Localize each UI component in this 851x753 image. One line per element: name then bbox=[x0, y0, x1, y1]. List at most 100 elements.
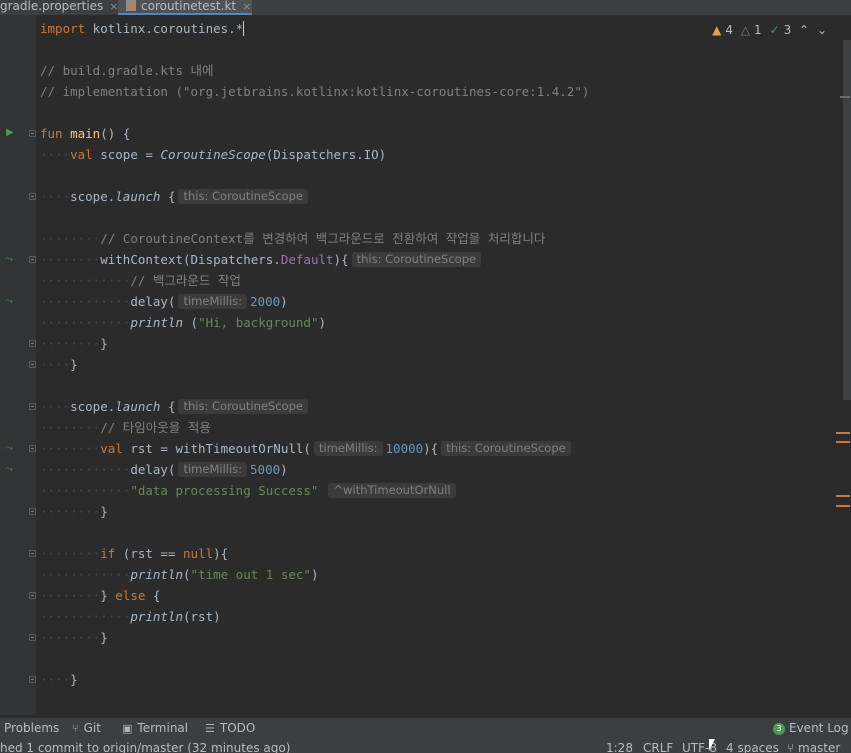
inlay-hint: this: CoroutineScope bbox=[441, 441, 571, 456]
todo-button[interactable]: ☰ TODO bbox=[205, 721, 255, 735]
suspend-call-icon: ⤳ bbox=[5, 464, 13, 475]
code-text: kotlinx.coroutines.* bbox=[85, 21, 244, 36]
fold-marker[interactable] bbox=[29, 340, 36, 347]
keyword: val bbox=[100, 441, 123, 456]
number: 2000 bbox=[250, 294, 281, 309]
chevron-up-icon[interactable]: ⌃ bbox=[799, 23, 809, 37]
keyword: import bbox=[40, 21, 86, 36]
code-line[interactable]: // implementation ("org.jetbrains.kotlin… bbox=[40, 81, 589, 102]
code-line[interactable]: ········// CoroutineContext를 변경하여 백그라운드로… bbox=[40, 228, 545, 249]
code-line[interactable]: import kotlinx.coroutines.* bbox=[40, 18, 245, 39]
code-text: rst = withTimeoutOrNull( bbox=[122, 441, 311, 456]
inlay-hint: timeMillis: bbox=[313, 441, 383, 456]
terminal-button[interactable]: ▣ Terminal bbox=[122, 721, 188, 735]
code-line[interactable]: ········// 타임아웃을 적용 bbox=[40, 417, 211, 438]
code-text: CoroutineScope bbox=[160, 147, 266, 162]
close-icon[interactable]: × bbox=[242, 0, 251, 13]
code-text: scope = bbox=[92, 147, 161, 162]
scroll-marker[interactable] bbox=[840, 96, 850, 98]
git-branch[interactable]: ⑂ master bbox=[787, 741, 840, 753]
list-icon: ☰ bbox=[205, 722, 215, 735]
code-text: withContext(Dispatchers. bbox=[100, 252, 281, 267]
run-icon[interactable]: ▶ bbox=[6, 127, 14, 138]
code-line[interactable]: ····} bbox=[40, 354, 78, 375]
code-line[interactable]: ········} bbox=[40, 333, 108, 354]
code-line[interactable]: ········} else { bbox=[40, 585, 160, 606]
code-line[interactable]: ········} bbox=[40, 627, 108, 648]
scrollbar-thumb[interactable] bbox=[843, 40, 851, 400]
code-text: } bbox=[70, 672, 78, 687]
tab-gradle-properties[interactable]: gradle.properties × bbox=[0, 0, 119, 15]
inlay-hint: this: CoroutineScope bbox=[351, 252, 482, 267]
git-label: Git bbox=[83, 721, 101, 735]
code-line[interactable]: ············println(rst) bbox=[40, 606, 221, 627]
fold-marker[interactable] bbox=[29, 676, 36, 683]
weak-warning-count: 1 bbox=[754, 23, 762, 37]
comment: // 타임아웃을 적용 bbox=[100, 420, 211, 435]
indent-setting[interactable]: 4 spaces bbox=[726, 741, 779, 753]
code-line[interactable]: ············delay(timeMillis: 5000) bbox=[40, 459, 288, 480]
fold-marker[interactable] bbox=[29, 634, 36, 641]
fold-marker[interactable] bbox=[29, 256, 36, 263]
code-line[interactable]: ············"data processing Success" ^wi… bbox=[40, 480, 459, 501]
tab-coroutinetest-kt[interactable]: coroutinetest.kt × bbox=[118, 0, 252, 15]
fold-marker[interactable] bbox=[29, 592, 36, 599]
code-text: println bbox=[130, 609, 183, 624]
code-text: } bbox=[100, 504, 108, 519]
code-line[interactable]: ····scope.launch {this: CoroutineScope bbox=[40, 186, 311, 207]
code-text: { bbox=[145, 588, 161, 603]
code-line[interactable]: ····} bbox=[40, 669, 78, 690]
fold-marker[interactable] bbox=[29, 193, 36, 200]
code-line[interactable]: ········withContext(Dispatchers.Default)… bbox=[40, 249, 484, 270]
code-line[interactable]: ············println ("Hi, background") bbox=[40, 312, 326, 333]
status-message[interactable]: hed 1 commit to origin/master (32 minute… bbox=[0, 741, 290, 753]
code-text: ){ bbox=[213, 546, 229, 561]
caret-position[interactable]: 1:28 bbox=[606, 741, 633, 753]
fold-marker[interactable] bbox=[29, 130, 36, 137]
fold-marker[interactable] bbox=[29, 550, 36, 557]
code-line[interactable]: ········} bbox=[40, 501, 108, 522]
comment: // CoroutineContext를 변경하여 백그라운드로 전환하여 작업… bbox=[100, 231, 546, 246]
warning-marker[interactable] bbox=[836, 495, 850, 497]
code-line[interactable]: // build.gradle.kts 내에 bbox=[40, 60, 214, 81]
problems-label: Problems bbox=[4, 721, 60, 735]
code-line[interactable]: ············delay(timeMillis: 2000) bbox=[40, 291, 288, 312]
keyword: fun bbox=[40, 126, 63, 141]
inlay-hint: timeMillis: bbox=[178, 462, 248, 477]
suspend-call-icon: ⤳ bbox=[5, 443, 13, 454]
code-line[interactable]: fun main() { bbox=[40, 123, 130, 144]
code-line[interactable]: ····val scope = CoroutineScope(Dispatche… bbox=[40, 144, 386, 165]
code-line[interactable]: ············println("time out 1 sec") bbox=[40, 564, 318, 585]
string: "Hi, background" bbox=[198, 315, 319, 330]
code-text: } bbox=[100, 336, 108, 351]
fold-marker[interactable] bbox=[29, 403, 36, 410]
code-line[interactable]: ····scope.launch {this: CoroutineScope bbox=[40, 396, 311, 417]
warning-marker[interactable] bbox=[836, 441, 850, 443]
keyword: if bbox=[100, 546, 116, 561]
inspections-widget[interactable]: ▲ 4 △ 1 ✓ 3 ⌃ ⌄ bbox=[708, 23, 827, 37]
event-count-badge: 3 bbox=[773, 723, 785, 735]
problems-button[interactable]: Problems bbox=[4, 721, 59, 735]
code-text: } bbox=[70, 357, 78, 372]
code-line[interactable]: ········val rst = withTimeoutOrNull(time… bbox=[40, 438, 574, 459]
warning-marker[interactable] bbox=[836, 505, 850, 507]
warning-marker[interactable] bbox=[836, 432, 850, 434]
code-text: } bbox=[100, 630, 108, 645]
editor-tab-bar: gradle.properties × coroutinetest.kt × bbox=[0, 0, 851, 15]
keyword: null bbox=[183, 546, 214, 561]
git-button[interactable]: ⑂ Git bbox=[72, 721, 101, 735]
code-text: (rst == bbox=[115, 546, 184, 561]
code-line[interactable]: ············// 백그라운드 작업 bbox=[40, 270, 241, 291]
number: 5000 bbox=[250, 462, 281, 477]
line-separator[interactable]: CRLF bbox=[643, 741, 673, 753]
fold-marker[interactable] bbox=[29, 508, 36, 515]
code-text: { bbox=[160, 399, 176, 414]
code-line[interactable]: ········if (rst == null){ bbox=[40, 543, 228, 564]
chevron-down-icon[interactable]: ⌄ bbox=[817, 23, 827, 37]
code-text: ) bbox=[318, 315, 327, 330]
fold-marker[interactable] bbox=[29, 361, 36, 368]
event-log-button[interactable]: 3 Event Log bbox=[773, 721, 849, 735]
kotlin-file-icon bbox=[126, 0, 136, 11]
fold-marker[interactable] bbox=[29, 445, 36, 452]
comment: // build.gradle.kts 내에 bbox=[40, 63, 214, 78]
